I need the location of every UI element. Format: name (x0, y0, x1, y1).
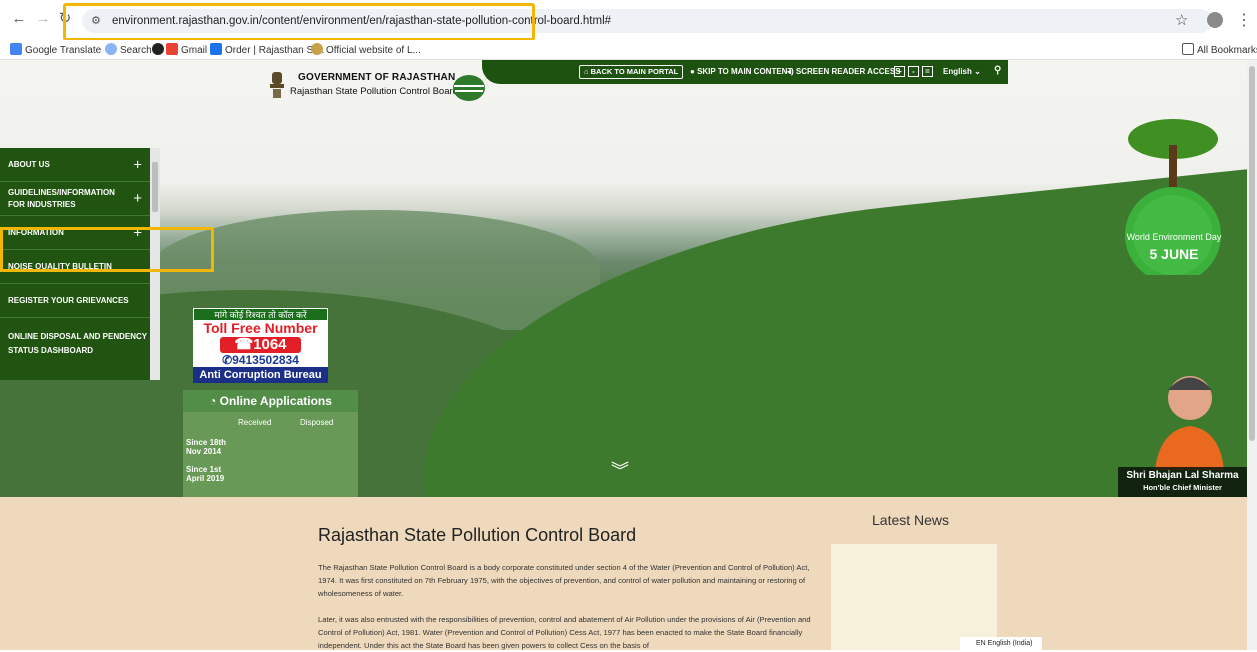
toll-free-label: Toll Free Number (203, 320, 318, 336)
cm-name: Shri Bhajan Lal Sharma (1126, 470, 1239, 481)
received-column-header: Received (238, 418, 272, 427)
bookmark-google-translate[interactable]: Google Translate (10, 43, 101, 56)
font-decrease-button[interactable]: = (922, 66, 933, 77)
url-highlight-annotation (63, 3, 535, 41)
back-icon[interactable]: ← (10, 10, 28, 28)
profile-avatar[interactable] (1207, 12, 1223, 28)
page-scrollbar[interactable] (1247, 60, 1257, 650)
sidebar-scrollbar-thumb[interactable] (152, 162, 158, 212)
bookmark-order[interactable]: Order | Rajasthan St... (210, 43, 324, 56)
bookmark-search[interactable]: Search (105, 43, 152, 56)
main-content: Rajasthan State Pollution Control Board … (0, 497, 1247, 650)
bookmark-star-icon[interactable]: ☆ (1175, 11, 1188, 29)
sidebar-item-guidelines[interactable]: GUIDELINES/INFORMATION FOR INDUSTRIES + (0, 182, 150, 216)
search-icon (105, 43, 117, 55)
scrollbar-thumb[interactable] (1249, 66, 1255, 441)
bureau-label: Anti Corruption Bureau (193, 367, 328, 383)
skip-to-main-content-link[interactable]: ● SKIP TO MAIN CONTENT (690, 67, 792, 76)
environment-day-date: 5 JUNE (1149, 246, 1199, 262)
board-name: Rajasthan State Pollution Control Board (290, 86, 458, 97)
language-widget[interactable]: EN English (India) (960, 637, 1042, 650)
language-select[interactable]: English ⌄ (943, 67, 981, 76)
sidebar-item-about-us[interactable]: ABOUT US + (0, 148, 150, 182)
whatsapp-number: ✆9413502834 (222, 353, 299, 367)
screen-reader-access-link[interactable]: ◂) SCREEN READER ACCESS (787, 67, 901, 76)
helpline-number: ☎1064 (220, 337, 301, 353)
intro-paragraph: The Rajasthan State Pollution Control Bo… (318, 563, 810, 598)
online-applications-panel: ◔ Online Applications Received Disposed … (183, 390, 358, 497)
top-utility-bar: ⌂ BACK TO MAIN PORTAL ● SKIP TO MAIN CON… (482, 60, 1008, 84)
latest-news-title: Latest News (872, 512, 950, 528)
information-highlight-annotation (0, 227, 214, 272)
cm-role: Hon'ble Chief Minister (1143, 483, 1222, 492)
translate-icon (10, 43, 22, 55)
sidebar-item-pendency-dashboard[interactable]: ONLINE DISPOSAL AND PENDENCY STATUS DASH… (0, 318, 150, 370)
ashoka-emblem-icon (270, 72, 284, 98)
all-bookmarks[interactable]: All Bookmarks (1182, 43, 1257, 56)
forward-icon[interactable]: → (34, 10, 52, 28)
scroll-down-chevron-icon[interactable]: ︾ (611, 457, 629, 483)
chief-minister-photo (1155, 376, 1224, 470)
online-applications-title[interactable]: ◔ Online Applications (183, 390, 358, 412)
gov-title: GOVERNMENT OF RAJASTHAN (298, 72, 456, 83)
chief-minister-caption: Shri Bhajan Lal Sharma Hon'ble Chief Min… (1118, 467, 1247, 497)
search-icon[interactable]: ⚲ (994, 65, 1001, 76)
bookmarks-bar: Google Translate Search Gmail Order | Ra… (0, 40, 1257, 60)
back-to-main-portal-button[interactable]: ⌂ BACK TO MAIN PORTAL (579, 65, 684, 79)
folder-icon (1182, 43, 1194, 55)
rspcb-logo-icon (453, 75, 485, 101)
font-increase-button[interactable]: + (894, 66, 905, 77)
toll-free-block: Toll Free Number ☎1064 ✆9413502834 (193, 321, 328, 367)
plus-icon[interactable]: + (133, 156, 142, 173)
bookmark-official[interactable]: Official website of L... (311, 43, 421, 56)
font-normal-button[interactable]: - (908, 66, 919, 77)
since-2019-label: Since 1st April 2019 (186, 465, 225, 483)
history-paragraph: Later, it was also entrusted with the re… (318, 615, 811, 650)
sidebar-item-register-grievances[interactable]: REGISTER YOUR GRIEVANCES (0, 284, 150, 318)
page-title: Rajasthan State Pollution Control Board (318, 525, 637, 545)
latest-news-box (831, 544, 997, 650)
site-icon (210, 43, 222, 55)
world-environment-day-label: World Environment Day (1126, 232, 1222, 242)
disposed-column-header: Disposed (300, 418, 334, 427)
anti-corruption-banner[interactable]: मांगे कोई रिश्वत तो कॉल करें Toll Free N… (193, 308, 328, 383)
github-icon (152, 43, 164, 55)
emblem-icon (311, 43, 323, 55)
bookmark-gmail[interactable]: Gmail (166, 43, 207, 56)
menu-icon[interactable]: ⋮ (1236, 10, 1252, 30)
plus-icon[interactable]: + (133, 191, 142, 206)
bookmark-github[interactable] (152, 43, 167, 56)
since-2014-label: Since 18th Nov 2014 (186, 438, 227, 456)
hill-shape (400, 164, 1247, 497)
gmail-icon (166, 43, 178, 55)
